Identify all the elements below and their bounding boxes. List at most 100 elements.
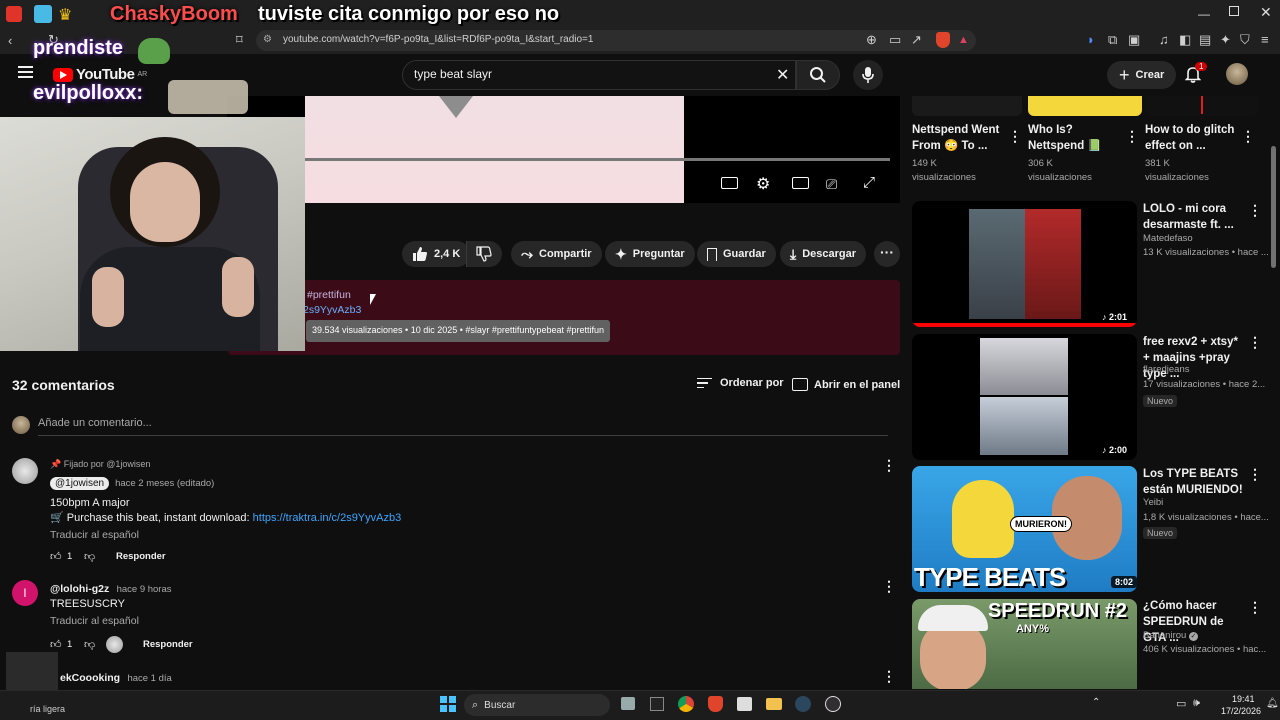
task-view-icon[interactable] (621, 697, 635, 710)
sidebar-icon[interactable]: ◧ (1179, 33, 1191, 46)
windows-start-icon[interactable] (440, 696, 456, 712)
url-text[interactable]: youtube.com/watch?v=f6P-po9ta_I&list=RDf… (283, 34, 593, 45)
extension-icon[interactable] (34, 5, 52, 23)
taskbar-weather[interactable]: ría ligera (30, 704, 65, 714)
translate-link[interactable]: Traducir al español (50, 529, 139, 541)
video-progress-bar[interactable] (305, 158, 890, 161)
brave-rewards-icon[interactable]: ▲ (958, 34, 969, 46)
comment-author[interactable]: @lolohi-g2z (50, 583, 109, 595)
sidebar-video-menu-icon[interactable]: ⋮ (1248, 203, 1262, 217)
reply-button[interactable]: Responder (116, 551, 166, 562)
sidebar-video-channel[interactable]: Matedefaso (1143, 232, 1193, 246)
sidebar-top-title-3[interactable]: How to do glitch effect on ... (1145, 122, 1241, 154)
sidebar-video-thumb[interactable]: SPEEDRUN #2 ANY% (912, 599, 1137, 689)
site-info-icon[interactable]: ⚙ (263, 34, 272, 45)
share-button[interactable]: ⤳ Compartir (511, 241, 602, 267)
description-hashtag[interactable]: #prettifun (307, 289, 351, 301)
comment-like-icon[interactable]: 👍︎ (50, 550, 62, 563)
hamburger-icon[interactable] (18, 66, 33, 78)
subtitles-icon[interactable] (721, 177, 738, 189)
brave-shield-icon[interactable] (936, 32, 950, 48)
fullscreen-icon[interactable]: ⤢ (863, 174, 875, 191)
sidebar-top-thumb-2[interactable] (1028, 96, 1142, 116)
comment-menu-icon[interactable]: ⋮ (882, 458, 896, 472)
share-page-icon[interactable]: ↗ (911, 33, 922, 46)
comment-time[interactable]: hace 9 horas (117, 584, 172, 595)
menu-icon[interactable]: ≡ (1261, 33, 1269, 46)
store-icon[interactable] (737, 697, 752, 711)
wallet-icon[interactable]: ▣ (1128, 33, 1140, 46)
comment-author[interactable]: ekCoooking (60, 672, 120, 684)
back-icon[interactable]: ‹ (8, 34, 12, 47)
brave-tab-icon[interactable] (6, 6, 22, 22)
create-button[interactable]: + Crear (1107, 61, 1177, 89)
sidebar-video-menu-icon[interactable]: ⋮ (1248, 600, 1262, 614)
zoom-icon[interactable]: ⊕ (866, 33, 877, 46)
sidebar-video-menu-icon[interactable]: ⋮ (1248, 467, 1262, 481)
taskbar-date[interactable]: 17/2/2026 (1221, 706, 1261, 716)
sidebar-top-menu-2[interactable]: ⋮ (1125, 129, 1139, 143)
sidebar-top-title-2[interactable]: Who Is? Nettspend 📗 (1028, 122, 1120, 154)
sidebar-video-thumb[interactable] (912, 201, 1137, 327)
vpn-icon[interactable]: ✦ (1220, 33, 1231, 46)
sidebar-top-menu-1[interactable]: ⋮ (1008, 129, 1022, 143)
sort-button[interactable]: Ordenar por (697, 377, 784, 389)
sidebar-video-title[interactable]: LOLO - mi cora desarmaste ft. ... (1143, 201, 1243, 233)
comment-dislike-icon[interactable]: 👎︎ (84, 550, 95, 563)
comment-avatar[interactable]: l (12, 580, 38, 606)
add-comment-input[interactable]: Añade un comentario... (38, 417, 152, 429)
music-icon[interactable]: ♫ (1159, 33, 1169, 46)
ai-icon[interactable]: ◗ (1087, 33, 1095, 46)
sidebar-top-thumb-3[interactable] (1145, 96, 1257, 116)
taskbar-search[interactable]: ⌕ Buscar (464, 694, 610, 716)
comment-like-icon[interactable]: 👍︎ (50, 638, 62, 651)
sidebar-video-title[interactable]: Los TYPE BEATS están MURIENDO! (1143, 466, 1243, 498)
brave-taskbar-icon[interactable] (708, 696, 723, 712)
epic-games-icon[interactable] (650, 697, 664, 711)
search-button[interactable] (796, 60, 840, 90)
comment-link[interactable]: https://traktra.in/c/2s9YyvAzb3 (253, 512, 402, 524)
reply-button[interactable]: Responder (143, 639, 193, 650)
clear-search-icon[interactable]: ✕ (776, 65, 789, 85)
like-button[interactable]: 2,4 K (402, 241, 471, 267)
account-avatar[interactable] (1226, 63, 1248, 85)
search-input-value[interactable]: type beat slayr (414, 67, 492, 81)
window-maximize-icon[interactable] (1229, 6, 1239, 16)
comment-menu-icon[interactable]: ⋮ (882, 579, 896, 593)
notification-center-icon[interactable]: 🔔︎ (1266, 698, 1279, 709)
leo-icon[interactable]: ▤ (1199, 33, 1211, 46)
miniplayer-icon[interactable] (792, 177, 809, 189)
sidebar-top-title-1[interactable]: Nettspend Went From 😳 To ... (912, 122, 1008, 154)
comment-avatar[interactable] (12, 458, 38, 484)
window-minimize-icon[interactable]: — (1198, 7, 1210, 21)
steam-icon[interactable] (795, 696, 811, 712)
comment-author-chip[interactable]: @1jowisen (50, 477, 110, 490)
shield-icon[interactable]: ⛉ (1240, 33, 1250, 46)
tray-overflow-icon[interactable]: ⌃ (1092, 697, 1100, 708)
tray-volume-icon[interactable]: 🕪︎ (1193, 697, 1200, 710)
save-button[interactable]: Guardar (697, 241, 776, 267)
description-link[interactable]: 2s9YyvAzb3 (303, 304, 361, 316)
page-scrollbar[interactable] (1271, 146, 1276, 268)
comment-time[interactable]: hace 2 meses (editado) (115, 478, 214, 489)
tray-network-icon[interactable]: ▭ (1176, 697, 1186, 710)
sidebar-video-thumb[interactable]: MURIERON! TYPE BEATS (912, 466, 1137, 592)
comment-time[interactable]: hace 1 día (127, 673, 171, 684)
comment-dislike-icon[interactable]: 👎︎ (84, 638, 95, 651)
bookmark-icon[interactable]: ⌑ (236, 33, 243, 46)
obs-icon[interactable] (825, 696, 841, 712)
taskbar-time[interactable]: 19:41 (1232, 694, 1255, 704)
cast-icon[interactable]: ⎚ (826, 176, 837, 193)
youtube-logo[interactable]: YouTube AR (53, 66, 147, 83)
download-button[interactable]: ⤓ Descargar (780, 241, 867, 267)
sidebar-video-menu-icon[interactable]: ⋮ (1248, 335, 1262, 349)
more-actions-button[interactable]: ··· (874, 241, 900, 267)
voice-search-button[interactable] (853, 60, 883, 90)
dislike-button[interactable] (466, 241, 502, 267)
install-icon[interactable]: ▭ (889, 33, 901, 46)
open-panel-button[interactable]: Abrir en el panel (792, 378, 900, 391)
ask-button[interactable]: ✦ Preguntar (605, 241, 695, 267)
settings-icon[interactable]: ⚙ (756, 174, 770, 194)
sidebar-video-channel[interactable]: flaredjeans (1143, 363, 1189, 377)
sidebar-top-thumb-1[interactable] (912, 96, 1022, 116)
